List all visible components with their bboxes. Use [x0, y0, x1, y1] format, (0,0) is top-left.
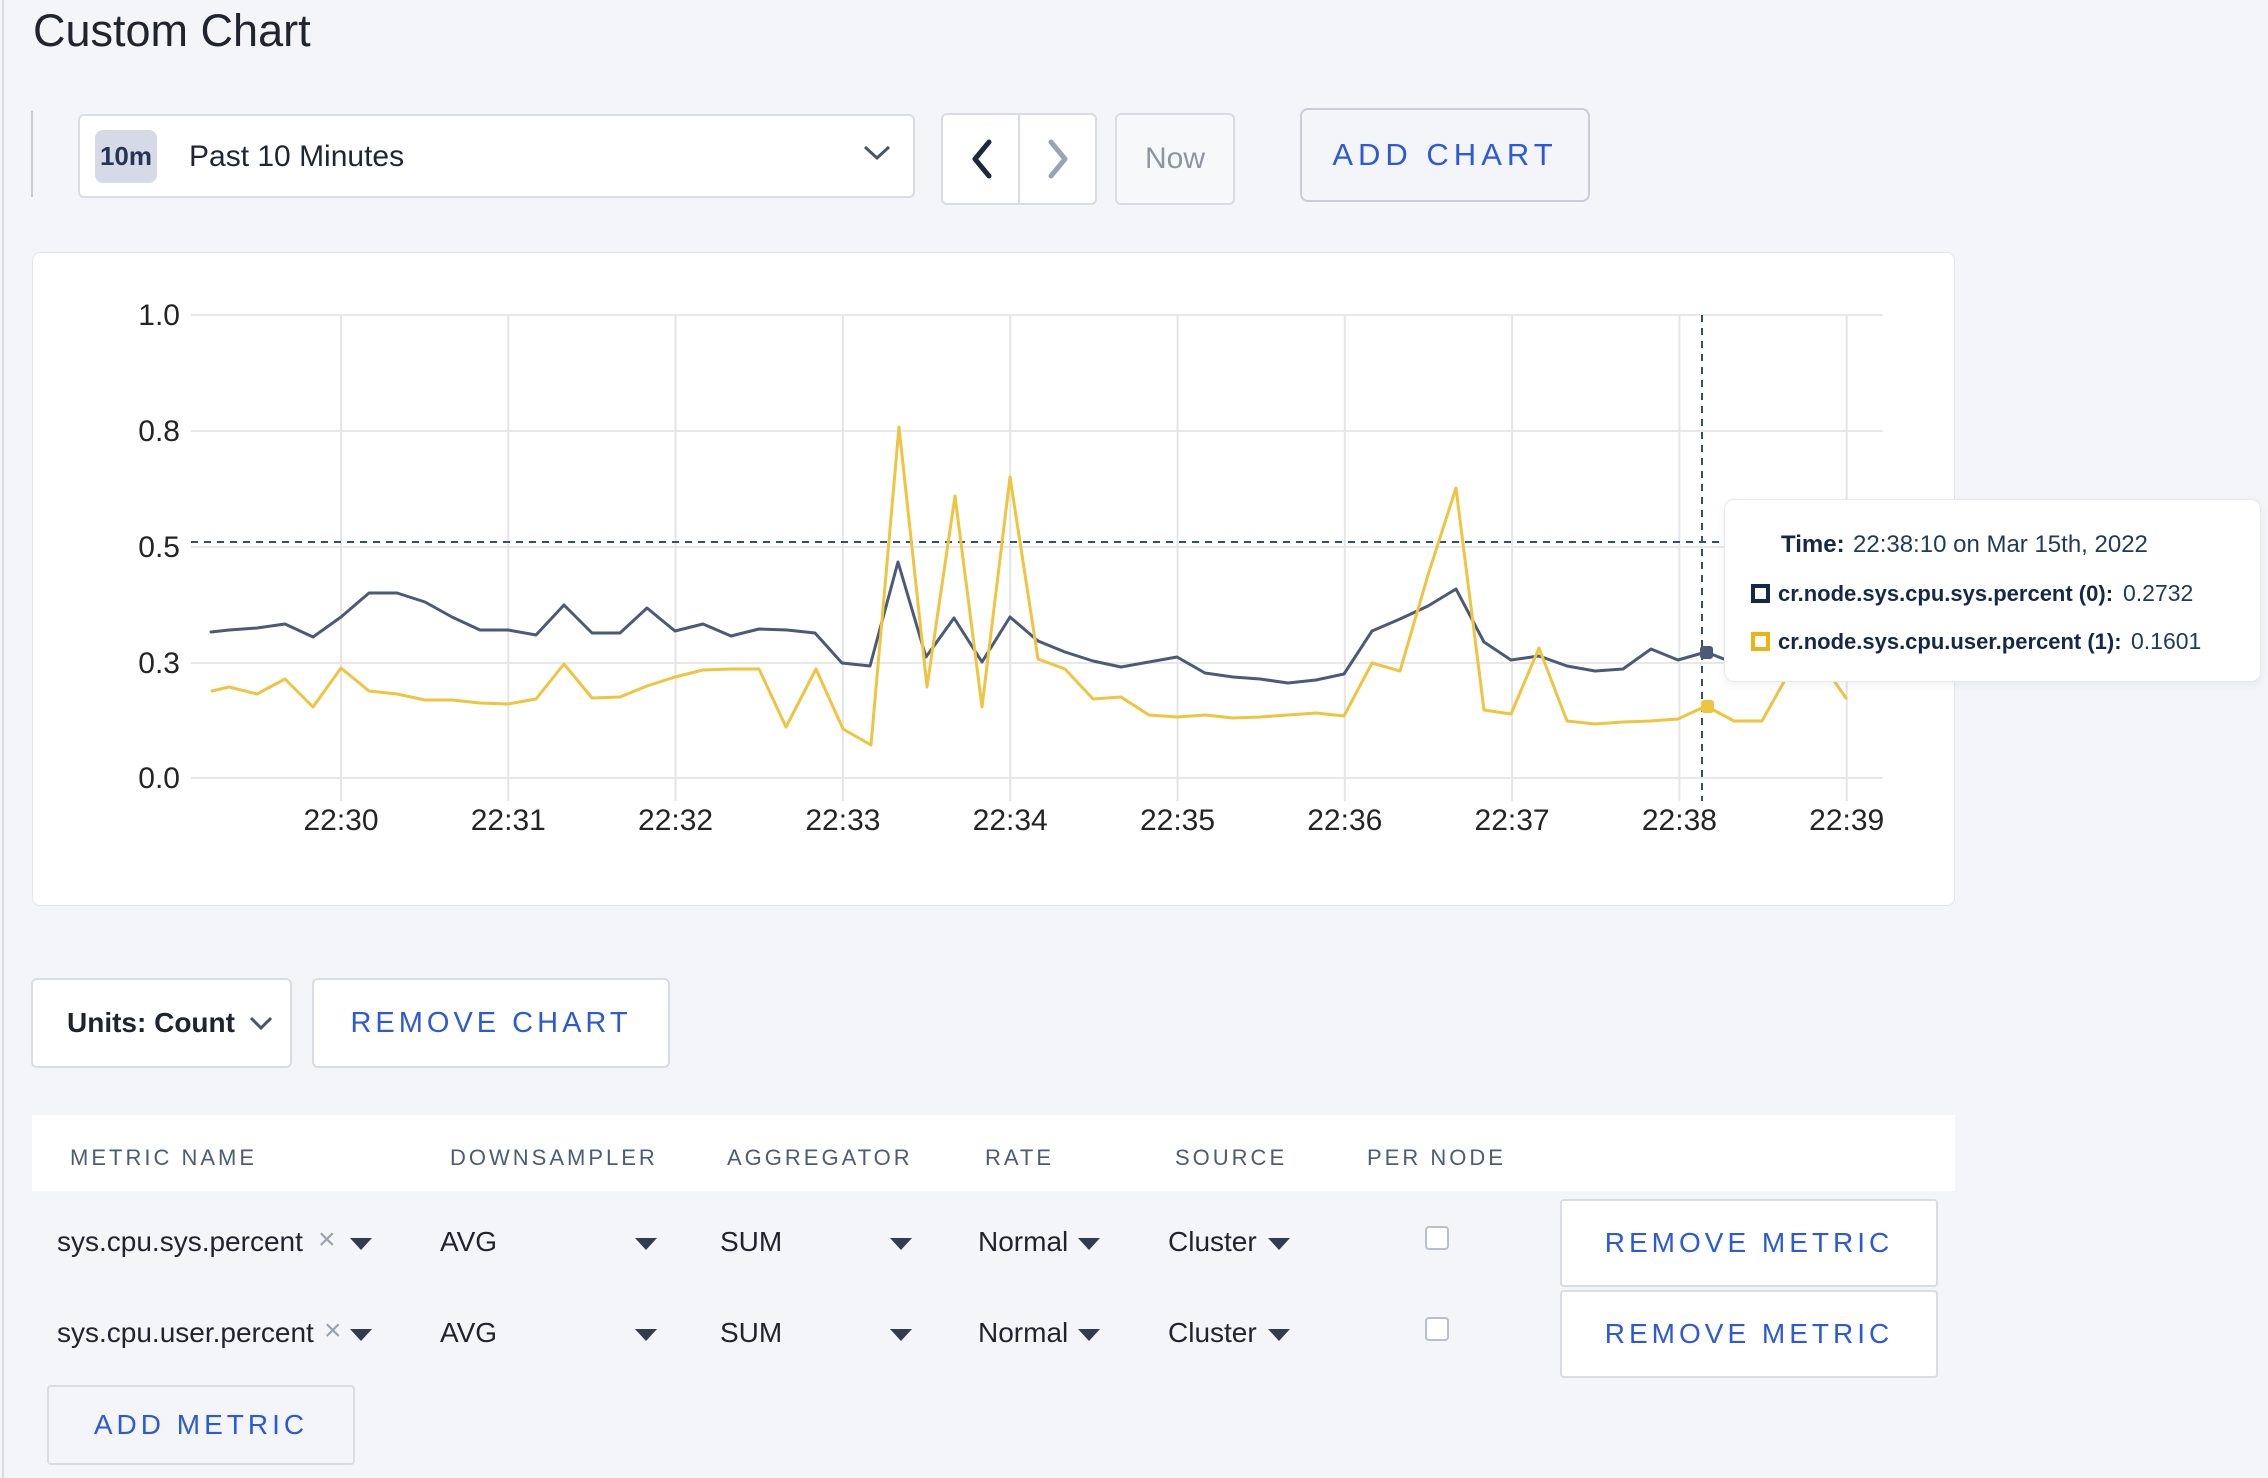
svg-text:22:36: 22:36 — [1307, 804, 1382, 837]
svg-text:22:33: 22:33 — [805, 804, 880, 837]
svg-text:1.0: 1.0 — [138, 299, 180, 332]
svg-text:22:30: 22:30 — [303, 804, 378, 837]
svg-text:22:34: 22:34 — [973, 804, 1048, 837]
svg-text:22:37: 22:37 — [1475, 804, 1550, 837]
svg-text:22:31: 22:31 — [471, 804, 546, 837]
svg-text:0.0: 0.0 — [138, 762, 180, 795]
svg-text:0.8: 0.8 — [138, 415, 180, 448]
svg-text:22:39: 22:39 — [1809, 804, 1884, 837]
svg-text:0.3: 0.3 — [138, 647, 180, 680]
svg-text:0.5: 0.5 — [138, 531, 180, 564]
svg-text:22:32: 22:32 — [638, 804, 713, 837]
svg-text:22:35: 22:35 — [1140, 804, 1215, 837]
svg-text:22:38: 22:38 — [1642, 804, 1717, 837]
